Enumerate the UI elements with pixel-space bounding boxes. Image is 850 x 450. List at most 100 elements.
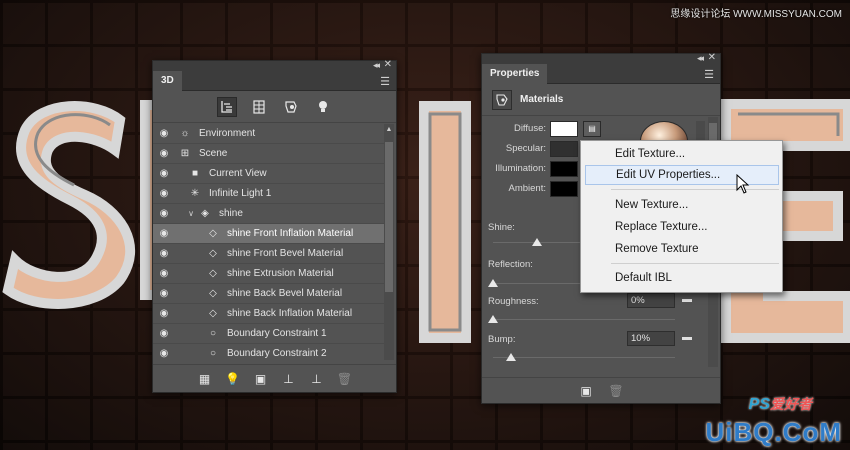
- menu-item-replace-texture[interactable]: Replace Texture...: [585, 217, 779, 237]
- scrollbar-thumb[interactable]: [385, 142, 393, 292]
- layer-row[interactable]: ◉ ✳ Infinite Light 1: [153, 184, 386, 204]
- layer-row[interactable]: ◉ ∨ ◈ shine: [153, 204, 386, 224]
- panel-menu-icon[interactable]: ☰: [380, 75, 390, 88]
- trash-icon[interactable]: 🗑: [608, 384, 624, 398]
- scene-filter-icon[interactable]: [216, 96, 237, 117]
- roughness-field[interactable]: 0%: [627, 293, 675, 308]
- diffuse-swatch[interactable]: [550, 121, 578, 137]
- expand-chevron-icon[interactable]: ∨: [187, 209, 195, 218]
- scroll-up-icon[interactable]: ▲: [384, 126, 394, 133]
- mesh-filter-icon[interactable]: [249, 97, 269, 117]
- constraint-icon: ○: [209, 328, 217, 339]
- menu-item-remove-texture[interactable]: Remove Texture: [585, 239, 779, 259]
- eye-visibility-icon[interactable]: ◉: [153, 248, 175, 259]
- panel-props-header: Properties ☰: [482, 64, 720, 84]
- menu-item-edit-texture[interactable]: Edit Texture...: [585, 144, 779, 164]
- letter-s-artwork: [2, 101, 135, 309]
- layer-label: Current View: [209, 168, 267, 179]
- uibq-watermark: UiBQ.CoM: [705, 417, 842, 447]
- eye-visibility-icon[interactable]: ◉: [153, 128, 175, 139]
- eye-visibility-icon[interactable]: ◉: [153, 348, 175, 359]
- menu-item-default-ibl[interactable]: Default IBL: [585, 268, 779, 288]
- light-filter-icon[interactable]: [313, 97, 333, 117]
- ground-align-icon[interactable]: ⊥: [309, 372, 325, 386]
- light-icon: ✳: [190, 188, 200, 199]
- layer-list-scrollbar[interactable]: ▲: [384, 124, 394, 360]
- layer-row[interactable]: ◉ ◇ shine Extrusion Material: [153, 264, 386, 284]
- ambient-swatch[interactable]: [550, 181, 578, 197]
- mesh-add-icon[interactable]: ▦: [197, 372, 213, 386]
- menu-item-new-texture[interactable]: New Texture...: [585, 195, 779, 215]
- 3d-panel-footer: ▦ 💡 ▣ ⊥ ⊥ 🗑: [153, 364, 396, 392]
- shine-label: Shine:: [488, 222, 515, 233]
- bump-slider-track[interactable]: [493, 357, 675, 358]
- eye-visibility-icon[interactable]: ◉: [153, 148, 175, 159]
- layer-label: Scene: [199, 148, 228, 159]
- layer-row[interactable]: ◉ ☼ Environment: [153, 124, 386, 144]
- roughness-slider-track[interactable]: [493, 319, 675, 320]
- material-icon: ◇: [209, 308, 217, 319]
- bump-field[interactable]: 10%: [627, 331, 675, 346]
- panel-3d-header: 3D ☰: [153, 71, 396, 91]
- eye-visibility-icon[interactable]: ◉: [153, 228, 175, 239]
- mouse-cursor-icon: [736, 174, 750, 194]
- material-icon: ◇: [209, 228, 217, 239]
- light-add-icon[interactable]: 💡: [225, 372, 241, 386]
- scene-icon: ⊞: [180, 148, 190, 159]
- properties-footer: ▣ 🗑: [482, 377, 720, 403]
- layer-row[interactable]: ◉ ○ Boundary Constraint 1: [153, 324, 386, 344]
- render-icon[interactable]: ▣: [578, 384, 594, 398]
- ground-icon[interactable]: ⊥: [281, 372, 297, 386]
- illumination-swatch[interactable]: [550, 161, 578, 177]
- layer-row[interactable]: ◉ ◇ shine Front Bevel Material: [153, 244, 386, 264]
- ps-watermark: PS爱好者: [748, 396, 812, 413]
- specular-swatch[interactable]: [550, 141, 578, 157]
- layer-label: Infinite Light 1: [209, 188, 272, 199]
- panel-3d-topbar: ◂◂ ✕: [153, 59, 396, 71]
- materials-title: Materials: [520, 94, 564, 105]
- folder-icon[interactable]: ▬: [682, 332, 692, 343]
- camera-icon: ■: [191, 168, 199, 179]
- layer-row[interactable]: ◉ ■ Current View: [153, 164, 386, 184]
- panel-menu-icon[interactable]: ☰: [704, 68, 714, 81]
- eye-visibility-icon[interactable]: ◉: [153, 268, 175, 279]
- eye-visibility-icon[interactable]: ◉: [153, 188, 175, 199]
- reflection-slider-knob[interactable]: [488, 279, 498, 287]
- material-filter-icon[interactable]: [281, 97, 301, 117]
- close-icon[interactable]: ✕: [708, 52, 716, 63]
- collapse-icon[interactable]: ◂◂: [697, 53, 704, 64]
- eye-visibility-icon[interactable]: ◉: [153, 208, 175, 219]
- eye-visibility-icon[interactable]: ◉: [153, 288, 175, 299]
- bump-label: Bump:: [488, 334, 516, 345]
- trash-icon[interactable]: 🗑: [337, 372, 353, 386]
- roughness-slider-knob[interactable]: [488, 315, 498, 323]
- layer-row[interactable]: ◉ ◇ shine Front Inflation Material: [153, 224, 386, 244]
- eye-visibility-icon[interactable]: ◉: [153, 168, 175, 179]
- close-icon[interactable]: ✕: [384, 59, 392, 70]
- layer-row[interactable]: ◉ ⊞ Scene: [153, 144, 386, 164]
- layer-label: Boundary Constraint 1: [227, 328, 327, 339]
- layer-label: shine Back Bevel Material: [227, 288, 343, 299]
- layer-label: Boundary Constraint 2: [227, 348, 327, 359]
- layer-row[interactable]: ◉ ◇ shine Back Inflation Material: [153, 304, 386, 324]
- render-icon[interactable]: ▣: [253, 372, 269, 386]
- 3d-layer-list: ◉ ☼ Environment ◉ ⊞ Scene ◉ ■ Current View ◉ ✳ Infi…: [153, 124, 386, 360]
- environment-icon: ☼: [180, 128, 190, 139]
- layer-row[interactable]: ◉ ○ Boundary Constraint 2: [153, 344, 386, 360]
- mesh-icon: ◈: [201, 208, 209, 219]
- texture-menu-icon[interactable]: ▤: [583, 121, 601, 137]
- folder-icon[interactable]: ▬: [682, 294, 692, 305]
- bump-slider-knob[interactable]: [506, 353, 517, 361]
- tab-properties[interactable]: Properties: [482, 64, 548, 84]
- eye-visibility-icon[interactable]: ◉: [153, 308, 175, 319]
- tab-3d[interactable]: 3D: [153, 71, 182, 91]
- layer-row[interactable]: ◉ ◇ shine Back Bevel Material: [153, 284, 386, 304]
- shine-slider-knob[interactable]: [531, 238, 542, 246]
- 3d-panel: ◂◂ ✕ 3D ☰ ◉ ☼ Environment ◉ ⊞ Scene ◉ ■ Current …: [152, 59, 397, 393]
- collapse-icon[interactable]: ◂◂: [373, 60, 380, 71]
- illumination-label: Illumination:: [495, 163, 546, 174]
- material-icon: [492, 89, 512, 110]
- layer-label: shine Back Inflation Material: [227, 308, 353, 319]
- layer-label: Environment: [199, 128, 256, 139]
- eye-visibility-icon[interactable]: ◉: [153, 328, 175, 339]
